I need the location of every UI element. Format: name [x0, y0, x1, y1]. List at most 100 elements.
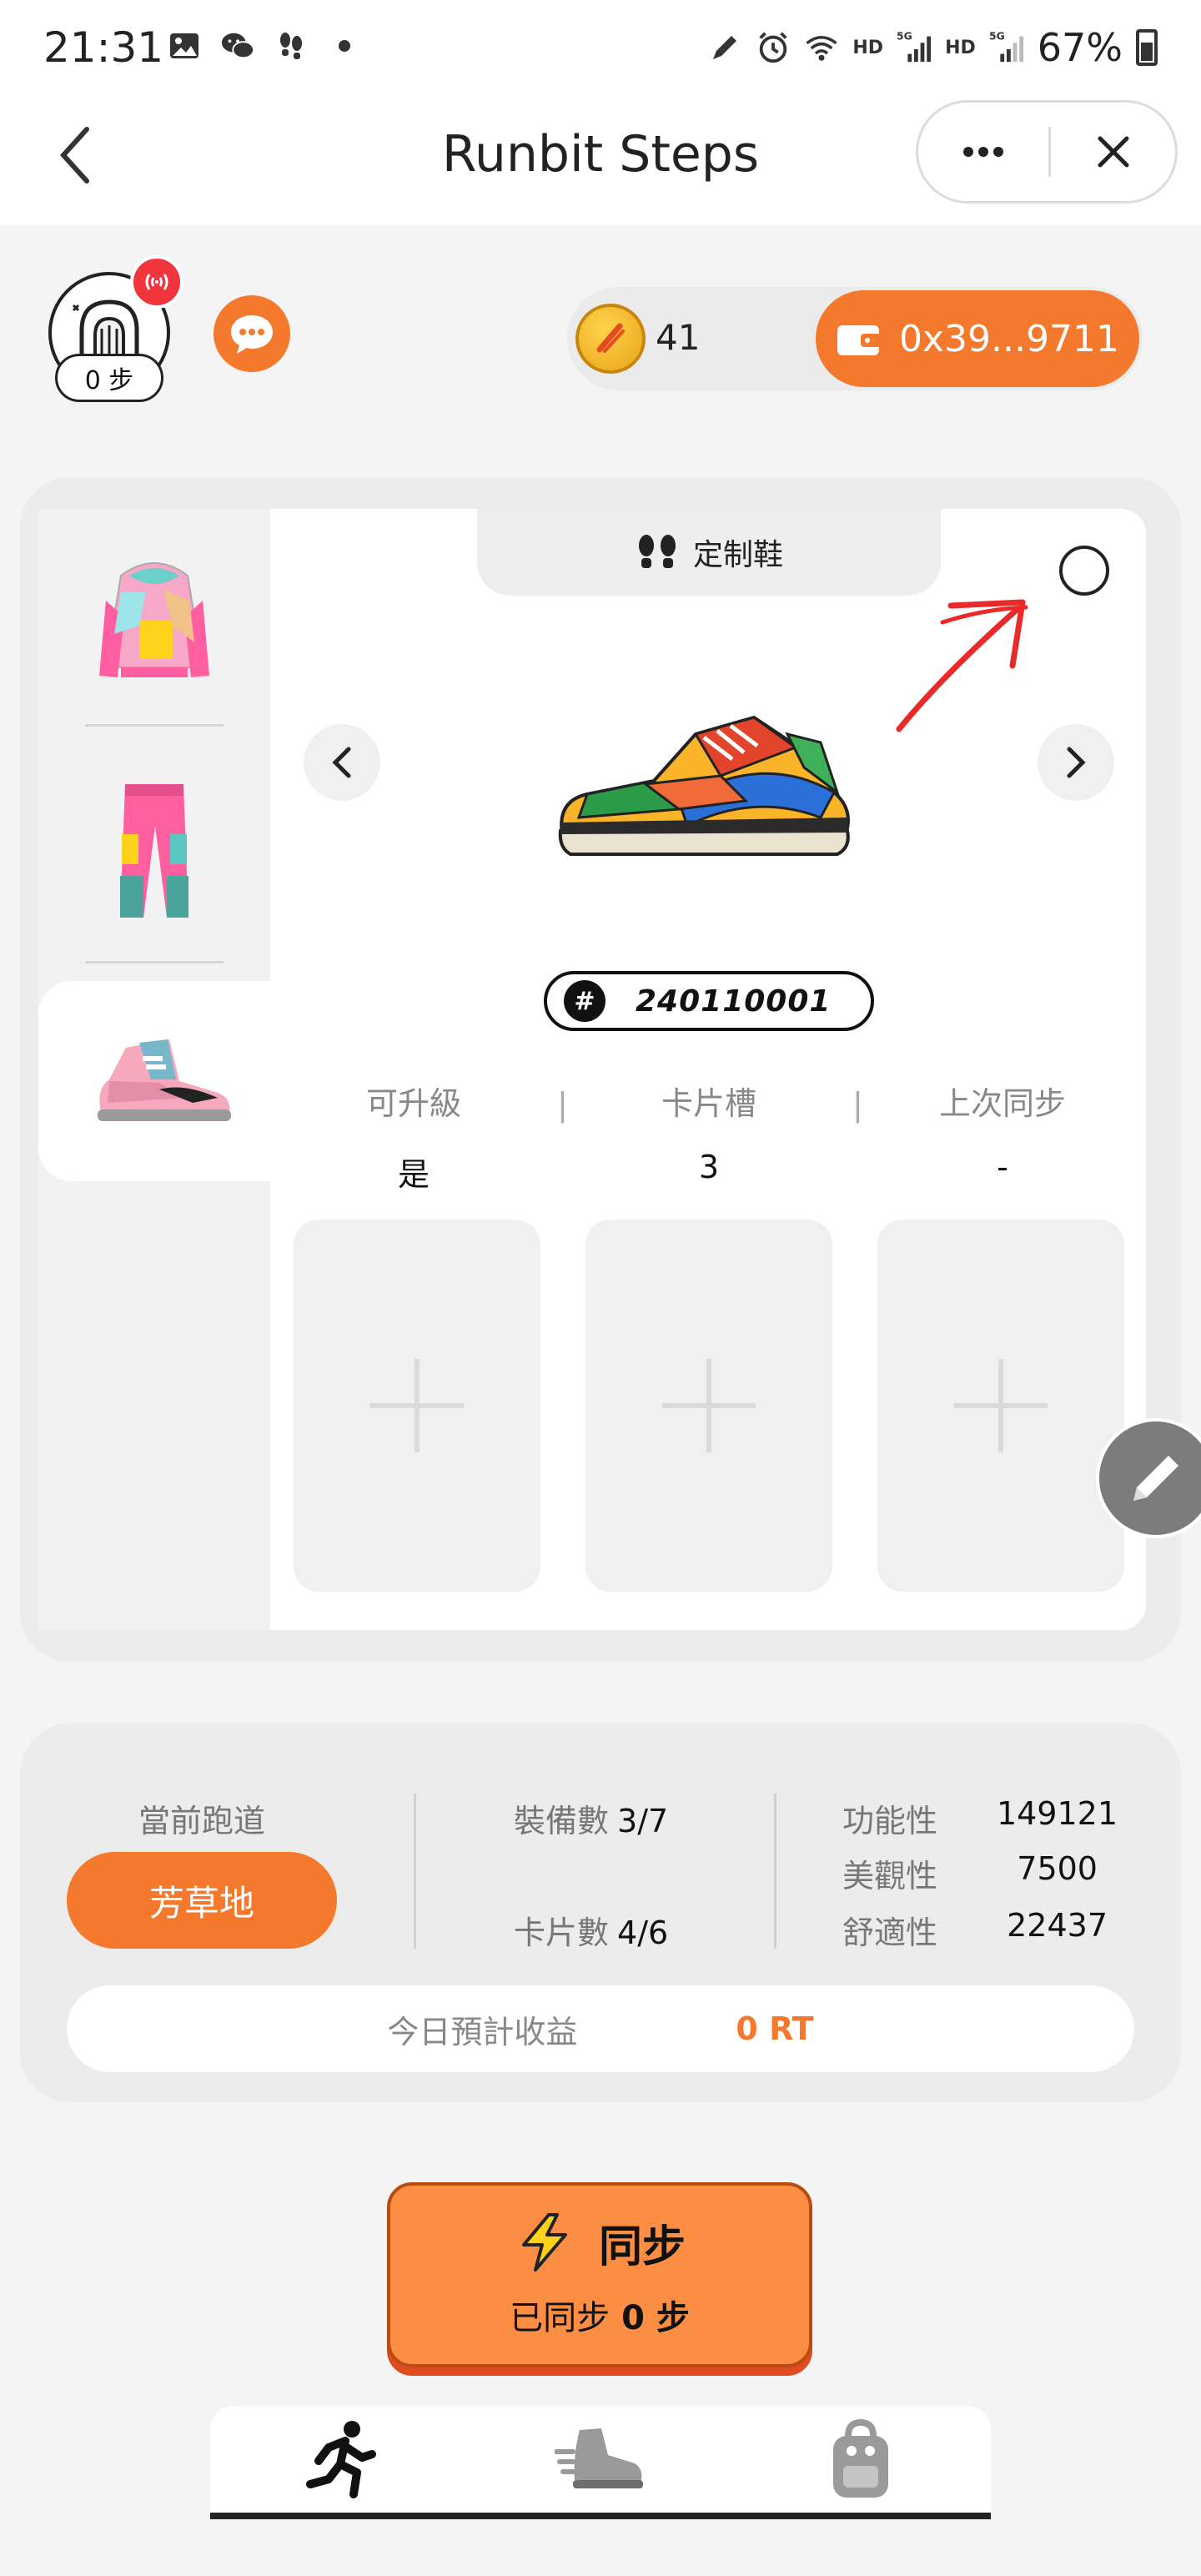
shoe-id: 240110001 — [636, 984, 832, 1019]
nav-shoes[interactable] — [525, 2409, 676, 2509]
pen-icon — [707, 30, 742, 65]
stat-label: 卡片槽 — [661, 1085, 756, 1122]
lightning-icon — [521, 2213, 567, 2272]
card-slot-2[interactable] — [585, 1220, 832, 1592]
attribute-functionality: 功能性 149121 — [842, 1795, 1118, 1841]
attribute-label: 功能性 — [842, 1803, 938, 1839]
wallet-icon — [837, 325, 882, 355]
image-icon — [167, 28, 202, 63]
earnings-label: 今日預計收益 — [387, 2013, 578, 2050]
dot-icon — [327, 28, 362, 63]
svg-text:5G: 5G — [897, 29, 912, 42]
wallet-button[interactable]: 0x39...9711 — [816, 290, 1139, 387]
status-left-icons — [167, 28, 362, 63]
nfc-badge — [130, 255, 183, 309]
card-slot-1[interactable] — [294, 1220, 540, 1592]
shoe-id-badge: # 240110001 — [544, 971, 874, 1031]
coin-icon — [575, 304, 646, 374]
hoodie-icon — [99, 562, 209, 677]
nfc-signal-icon — [145, 274, 168, 290]
nav-backpack[interactable] — [786, 2409, 936, 2509]
stat-last-sync: 上次同步 - — [877, 1078, 1128, 1185]
estimated-earnings-bar: 今日預計收益 0 RT — [67, 1985, 1134, 2072]
stat-divider: | — [852, 1086, 863, 1123]
stat-label: 可升級 — [365, 1085, 461, 1122]
attribute-aesthetics: 美觀性 7500 — [842, 1850, 1118, 1896]
card-count-value: 4/6 — [617, 1914, 669, 1951]
more-dots-icon — [963, 147, 1003, 157]
wechat-icon — [220, 28, 255, 63]
plus-icon — [954, 1359, 1048, 1452]
card-count: 卡片數 4/6 — [514, 1907, 668, 1953]
attribute-value: 149121 — [996, 1795, 1118, 1832]
chat-button[interactable] — [214, 295, 290, 372]
card-slot-3[interactable] — [877, 1220, 1124, 1592]
custom-shoe-tab[interactable]: 定制鞋 — [477, 509, 941, 596]
side-divider — [85, 724, 224, 727]
nav-run[interactable] — [265, 2409, 415, 2509]
current-track-label: 當前跑道 — [138, 1803, 265, 1839]
custom-shoe-image — [558, 715, 850, 856]
synced-value: 0 步 — [621, 2298, 690, 2337]
attribute-label: 舒適性 — [842, 1914, 938, 1951]
steps-count: 0 步 — [55, 354, 163, 402]
battery-icon — [1136, 29, 1158, 66]
stat-card-slots: 卡片槽 3 — [584, 1078, 834, 1185]
chevron-left-icon — [332, 747, 351, 778]
synced-steps: 已同步 0 步 — [510, 2291, 690, 2339]
sync-title: 同步 — [598, 2221, 686, 2272]
info-divider — [774, 1794, 776, 1949]
stat-value: - — [997, 1149, 1008, 1185]
stat-upgradable: 可升級 是 — [289, 1078, 539, 1195]
attribute-label: 美觀性 — [842, 1858, 938, 1894]
sneaker-icon — [98, 1039, 231, 1121]
status-right-icons: HD 5G HD 5G 67% — [707, 25, 1158, 70]
signal-icon: 5G — [897, 29, 932, 65]
network-tag: HD — [945, 37, 976, 58]
status-time: 21:31 — [43, 23, 164, 72]
card-count-label: 卡片數 — [514, 1914, 610, 1951]
stat-divider: | — [557, 1086, 568, 1123]
plus-icon — [662, 1359, 756, 1452]
wifi-icon — [804, 30, 839, 65]
sync-title-row: 同步 — [514, 2211, 686, 2274]
equipment-count-value: 3/7 — [617, 1803, 669, 1839]
info-divider — [414, 1794, 416, 1949]
stat-value: 是 — [397, 1156, 430, 1193]
equipment-count-label: 裝備數 — [514, 1803, 610, 1839]
pants-icon — [120, 784, 188, 918]
bottom-nav — [210, 2406, 991, 2519]
battery-percent: 67% — [1037, 25, 1123, 70]
chevron-right-icon — [1067, 747, 1086, 778]
plus-icon — [370, 1359, 464, 1452]
side-item-sneaker[interactable] — [38, 981, 289, 1181]
earnings-value: 0 RT — [736, 2010, 814, 2047]
side-divider — [85, 961, 224, 963]
stat-value: 3 — [698, 1149, 720, 1185]
select-radio[interactable] — [1059, 546, 1109, 596]
close-button[interactable] — [1051, 103, 1175, 201]
footsteps-icon — [274, 28, 309, 63]
sync-button[interactable]: 同步 已同步 0 步 — [387, 2182, 812, 2367]
synced-label: 已同步 — [510, 2298, 611, 2337]
red-arrow-annotation-icon — [896, 599, 1028, 732]
more-button[interactable] — [918, 103, 1048, 201]
side-item-hoodie[interactable] — [38, 534, 270, 701]
runner-icon — [306, 2421, 376, 2498]
wallet-address: 0x39...9711 — [899, 317, 1119, 360]
stat-label: 上次同步 — [938, 1085, 1066, 1122]
next-shoe-button[interactable] — [1038, 724, 1114, 801]
svg-text:5G: 5G — [989, 29, 1005, 42]
network-tag: HD — [852, 37, 884, 58]
coin-balance: 41 — [656, 317, 701, 358]
track-button[interactable]: 芳草地 — [67, 1852, 337, 1949]
chat-bubble-icon — [231, 315, 273, 354]
side-item-pants[interactable] — [38, 759, 270, 943]
backpack-icon — [833, 2418, 888, 2498]
previous-shoe-button[interactable] — [304, 724, 380, 801]
tab-label-text: 定制鞋 — [692, 538, 783, 572]
attribute-value: 22437 — [1007, 1907, 1108, 1944]
signal-icon: 5G — [989, 29, 1024, 65]
attribute-comfort: 舒適性 22437 — [842, 1907, 1118, 1953]
footprint-icon — [638, 535, 676, 568]
